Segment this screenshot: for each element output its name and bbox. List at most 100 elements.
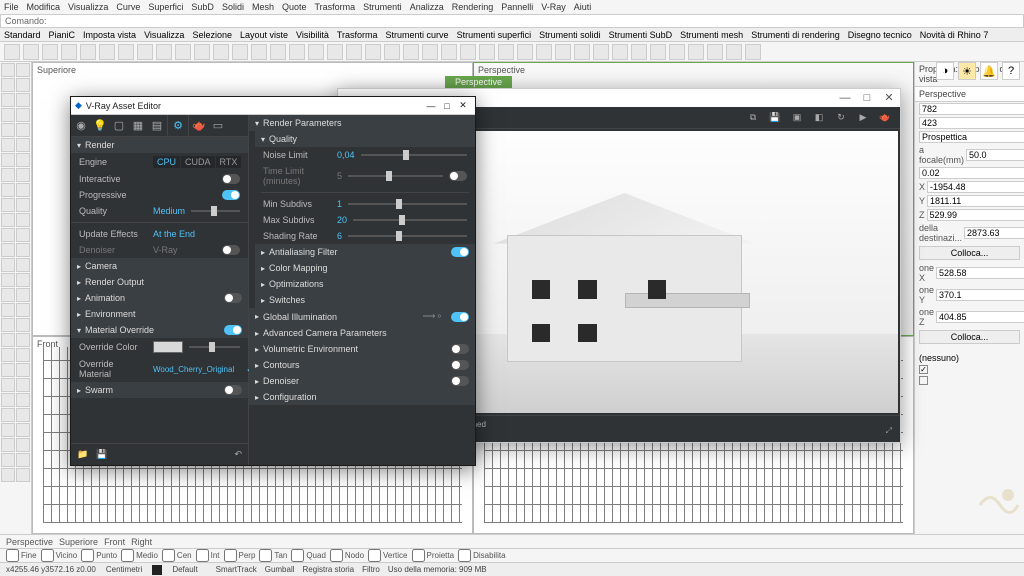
side-tool[interactable] bbox=[16, 468, 30, 482]
toolbar-icon[interactable] bbox=[175, 44, 191, 60]
side-tool[interactable] bbox=[16, 228, 30, 242]
toolbar-icon[interactable] bbox=[422, 44, 438, 60]
vfb-region-icon[interactable]: ▣ bbox=[790, 111, 804, 125]
undo-icon[interactable]: ↶ bbox=[234, 449, 242, 460]
bell-icon[interactable]: 🔔 bbox=[980, 62, 998, 80]
toolbar-icon[interactable] bbox=[251, 44, 267, 60]
menu-solidi[interactable]: Solidi bbox=[222, 2, 244, 12]
tooltab[interactable]: Disegno tecnico bbox=[848, 30, 912, 40]
engine-option-cpu[interactable]: CPU bbox=[153, 156, 180, 168]
vfb-close-button[interactable]: ✕ bbox=[878, 89, 900, 107]
side-tool[interactable] bbox=[1, 168, 15, 182]
tooltab[interactable]: Strumenti di rendering bbox=[751, 30, 840, 40]
toolbar-icon[interactable] bbox=[346, 44, 362, 60]
side-tool[interactable] bbox=[1, 63, 15, 77]
osnap-perp[interactable] bbox=[224, 549, 237, 562]
noise-limit-value[interactable]: 0,04 bbox=[337, 150, 355, 160]
side-tool[interactable] bbox=[16, 78, 30, 92]
side-tool[interactable] bbox=[1, 363, 15, 377]
contours-header[interactable]: Contours bbox=[249, 357, 475, 373]
toolbar-icon[interactable] bbox=[61, 44, 77, 60]
progressive-toggle[interactable] bbox=[222, 190, 240, 200]
tooltab[interactable]: Strumenti curve bbox=[386, 30, 449, 40]
color-mapping-header[interactable]: Color Mapping bbox=[255, 260, 475, 276]
px-field[interactable] bbox=[936, 267, 1024, 279]
toolbar-icon[interactable] bbox=[536, 44, 552, 60]
side-tool[interactable] bbox=[16, 243, 30, 257]
side-tool[interactable] bbox=[16, 258, 30, 272]
toolbar-icon[interactable] bbox=[517, 44, 533, 60]
configuration-header[interactable]: Configuration bbox=[249, 389, 475, 405]
side-tool[interactable] bbox=[16, 198, 30, 212]
toolbar-icon[interactable] bbox=[194, 44, 210, 60]
toolbar-icon[interactable] bbox=[289, 44, 305, 60]
side-tool[interactable] bbox=[1, 198, 15, 212]
menu-mesh[interactable]: Mesh bbox=[252, 2, 274, 12]
status-item[interactable]: SmartTrack bbox=[216, 565, 257, 574]
side-tool[interactable] bbox=[1, 243, 15, 257]
side-tool[interactable] bbox=[16, 183, 30, 197]
side-tool[interactable] bbox=[16, 393, 30, 407]
toolbar-icon[interactable] bbox=[650, 44, 666, 60]
vfb-channel-icon[interactable]: ◧ bbox=[812, 111, 826, 125]
proxies-icon[interactable]: ▦ bbox=[131, 119, 145, 133]
menu-analizza[interactable]: Analizza bbox=[410, 2, 444, 12]
tooltab[interactable]: Trasforma bbox=[337, 30, 378, 40]
osnap-tan[interactable] bbox=[259, 549, 272, 562]
tooltab[interactable]: Imposta vista bbox=[83, 30, 136, 40]
save-preset-icon[interactable]: 💾 bbox=[96, 449, 107, 460]
toolbar-icon[interactable] bbox=[498, 44, 514, 60]
max-subdivs-value[interactable]: 20 bbox=[337, 215, 347, 225]
side-tool[interactable] bbox=[1, 138, 15, 152]
status-item[interactable]: Registra storia bbox=[303, 565, 355, 574]
side-tool[interactable] bbox=[16, 363, 30, 377]
side-tool[interactable] bbox=[16, 138, 30, 152]
side-tool[interactable] bbox=[16, 303, 30, 317]
side-tool[interactable] bbox=[16, 423, 30, 437]
side-tool[interactable] bbox=[1, 408, 15, 422]
help-icon[interactable]: ? bbox=[1002, 62, 1020, 80]
toolbar-icon[interactable] bbox=[327, 44, 343, 60]
side-tool[interactable] bbox=[1, 453, 15, 467]
toolbar-icon[interactable] bbox=[726, 44, 742, 60]
toolbar-icon[interactable] bbox=[4, 44, 20, 60]
side-tool[interactable] bbox=[16, 273, 30, 287]
toolbar-icon[interactable] bbox=[232, 44, 248, 60]
teapot-icon[interactable]: 🫖 bbox=[192, 119, 206, 133]
material-override-header[interactable]: Material Override bbox=[71, 322, 248, 338]
geometry-icon[interactable]: ▢ bbox=[112, 119, 126, 133]
tooltab[interactable]: Layout viste bbox=[240, 30, 288, 40]
material-override-toggle[interactable] bbox=[224, 325, 242, 335]
gi-header[interactable]: Global Illumination⟶⚬ bbox=[249, 308, 475, 325]
override-color-swatch[interactable] bbox=[153, 341, 183, 353]
menu-strumenti[interactable]: Strumenti bbox=[363, 2, 402, 12]
textures-icon[interactable]: ▤ bbox=[150, 119, 164, 133]
osnap-quad[interactable] bbox=[291, 549, 304, 562]
menu-rendering[interactable]: Rendering bbox=[452, 2, 494, 12]
settings-icon[interactable]: ⚙ bbox=[171, 119, 185, 133]
side-tool[interactable] bbox=[16, 93, 30, 107]
focal-field[interactable] bbox=[966, 149, 1024, 161]
quality-subheader[interactable]: Quality bbox=[255, 131, 475, 147]
vfb-teapot-icon[interactable]: 🫖 bbox=[878, 111, 892, 125]
render-parameters-header[interactable]: Render Parameters bbox=[249, 115, 475, 131]
side-tool[interactable] bbox=[1, 273, 15, 287]
toolbar-icon[interactable] bbox=[384, 44, 400, 60]
update-effects-value[interactable]: At the End bbox=[153, 229, 195, 239]
side-tool[interactable] bbox=[1, 123, 15, 137]
tooltab[interactable]: Strumenti mesh bbox=[680, 30, 743, 40]
checkbox-1[interactable] bbox=[919, 365, 928, 374]
vfb-refresh-icon[interactable]: ↻ bbox=[834, 111, 848, 125]
animation-toggle[interactable] bbox=[224, 293, 242, 303]
side-tool[interactable] bbox=[16, 288, 30, 302]
toolbar-icon[interactable] bbox=[555, 44, 571, 60]
toolbar-icon[interactable] bbox=[118, 44, 134, 60]
tooltab[interactable]: Strumenti SubD bbox=[609, 30, 673, 40]
vp-tab[interactable]: Right bbox=[131, 537, 152, 547]
side-tool[interactable] bbox=[1, 108, 15, 122]
aa-filter-header[interactable]: Antialiasing Filter bbox=[255, 244, 475, 260]
frame-icon[interactable]: ▭ bbox=[211, 119, 225, 133]
side-tool[interactable] bbox=[16, 123, 30, 137]
side-tool[interactable] bbox=[1, 348, 15, 362]
command-bar[interactable]: Comando: bbox=[0, 14, 1024, 28]
